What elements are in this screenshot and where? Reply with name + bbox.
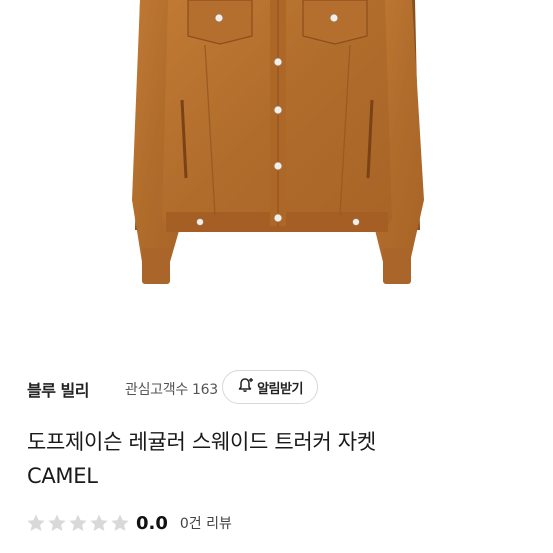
- star-icon: [69, 514, 87, 531]
- rating-score: 0.0: [136, 512, 168, 534]
- product-title-line2: CAMEL: [27, 464, 98, 488]
- star-icon: [90, 514, 108, 531]
- alarm-subscribe-label: 알림받기: [257, 381, 303, 397]
- product-image[interactable]: [0, 0, 553, 345]
- rating-row[interactable]: 0.0 0건 리뷰: [26, 510, 232, 536]
- review-count[interactable]: 0건 리뷰: [180, 513, 232, 533]
- follower-count: 관심고객수 163: [125, 382, 218, 398]
- star-icon: [48, 514, 66, 531]
- alarm-subscribe-button[interactable]: 알림받기: [222, 370, 318, 404]
- bell-plus-icon: [237, 376, 255, 398]
- star-icon: [111, 514, 129, 531]
- star-rating: [26, 513, 130, 533]
- product-title-line1: 도프제이슨 레귤러 스웨이드 트러커 자켓: [27, 430, 376, 454]
- seller-name[interactable]: 블루 빌리: [27, 377, 89, 401]
- star-icon: [27, 514, 45, 531]
- product-title: 도프제이슨 레귤러 스웨이드 트러커 자켓 CAMEL: [27, 425, 527, 493]
- seller-row: 블루 빌리 관심고객수 163 알림받기: [24, 368, 529, 408]
